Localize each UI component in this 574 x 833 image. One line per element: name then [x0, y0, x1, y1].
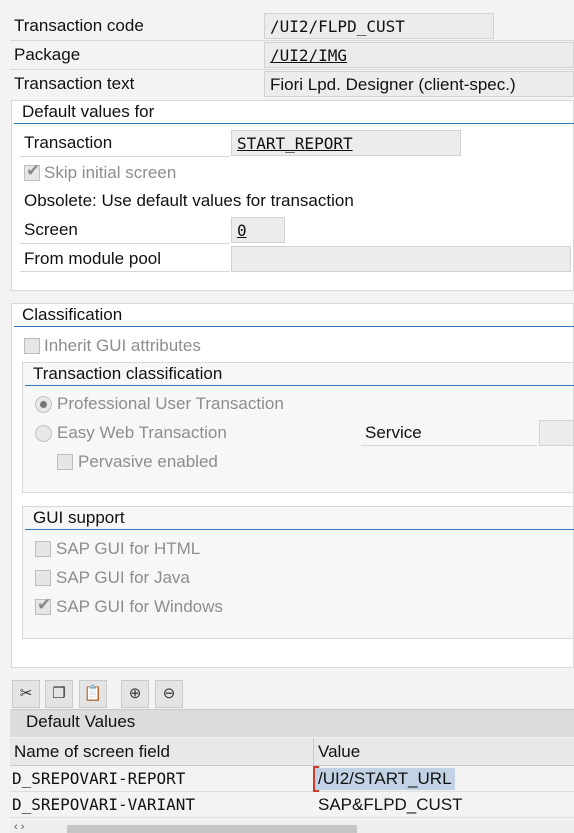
sap-gui-html-label: SAP GUI for HTML — [56, 539, 201, 558]
transaction-text-label: Transaction text — [14, 74, 135, 93]
delete-row-icon[interactable]: ⊖ — [155, 680, 183, 708]
column-header-value[interactable]: Value — [314, 739, 564, 765]
scrollbar-thumb[interactable] — [67, 825, 357, 833]
copy-icon[interactable]: ❐ — [45, 680, 73, 708]
professional-user-label: Professional User Transaction — [57, 394, 284, 413]
screen-label: Screen — [24, 220, 78, 239]
row-separator — [361, 445, 537, 446]
cut-icon[interactable]: ✂ — [12, 680, 40, 708]
group-title-line — [14, 123, 574, 124]
transaction-code-field[interactable]: /UI2/FLPD_CUST — [264, 13, 494, 39]
scroll-left-icon[interactable]: ‹ › — [14, 821, 34, 833]
service-field[interactable] — [539, 420, 574, 446]
service-label: Service — [365, 423, 422, 442]
checkmark-icon: ✔ — [26, 161, 41, 180]
gui-support-title: GUI support — [33, 508, 125, 527]
checkmark-icon: ✔ — [37, 595, 52, 614]
table-cell-screen-field: D_SREPOVARI-VARIANT — [12, 795, 196, 814]
sap-gui-windows-checkbox[interactable]: ✔ — [35, 595, 51, 615]
package-label: Package — [14, 45, 81, 64]
pervasive-enabled-label: Pervasive enabled — [78, 452, 218, 471]
row-separator — [20, 243, 230, 244]
sap-gui-html-checkbox[interactable] — [35, 541, 51, 557]
radio-selected-dot — [40, 401, 47, 408]
row-separator — [10, 40, 574, 41]
easy-web-radio[interactable] — [35, 425, 52, 442]
screen-field[interactable]: 0 — [231, 217, 285, 243]
skip-initial-screen-checkbox[interactable]: ✔ — [24, 161, 40, 181]
pervasive-enabled-checkbox[interactable] — [57, 454, 73, 470]
sap-gui-windows-label: SAP GUI for Windows — [56, 597, 223, 616]
obsolete-text: Obsolete: Use default values for transac… — [24, 191, 354, 210]
module-pool-label: From module pool — [24, 249, 162, 268]
transaction-field[interactable]: START_REPORT — [231, 130, 461, 156]
inherit-gui-checkbox[interactable] — [24, 338, 40, 354]
easy-web-label: Easy Web Transaction — [57, 423, 227, 442]
classification-title: Classification — [22, 305, 123, 324]
insert-row-icon[interactable]: ⊕ — [121, 680, 149, 708]
row-separator — [10, 69, 574, 70]
paste-icon[interactable]: 📋 — [79, 680, 107, 708]
transaction-classification-title: Transaction classification — [33, 364, 223, 383]
sap-gui-java-checkbox[interactable] — [35, 570, 51, 586]
column-header-screen-field[interactable]: Name of screen field — [10, 739, 310, 765]
skip-initial-screen-label: Skip initial screen — [44, 163, 177, 182]
table-cell-value[interactable]: SAP&FLPD_CUST — [314, 792, 564, 818]
package-field[interactable]: /UI2/IMG — [264, 42, 574, 68]
default-values-table-title: Default Values — [26, 712, 136, 731]
transaction-text-field[interactable]: Fiori Lpd. Designer (client-spec.) — [264, 71, 574, 97]
professional-user-radio[interactable] — [35, 396, 52, 413]
inherit-gui-label: Inherit GUI attributes — [44, 336, 201, 355]
table-cell-screen-field: D_SREPOVARI-REPORT — [12, 769, 186, 788]
default-values-title: Default values for — [22, 102, 155, 121]
sap-gui-java-label: SAP GUI for Java — [56, 568, 190, 587]
table-cell-value-input[interactable]: /UI2/START_URL — [314, 766, 564, 792]
row-separator — [20, 156, 230, 157]
row-separator — [20, 271, 230, 272]
transaction-label: Transaction — [24, 133, 113, 152]
group-title-line — [14, 326, 574, 327]
transaction-code-label: Transaction code — [14, 16, 144, 35]
group-title-line — [25, 529, 574, 530]
module-pool-field[interactable] — [231, 246, 571, 272]
group-title-line — [25, 385, 574, 386]
